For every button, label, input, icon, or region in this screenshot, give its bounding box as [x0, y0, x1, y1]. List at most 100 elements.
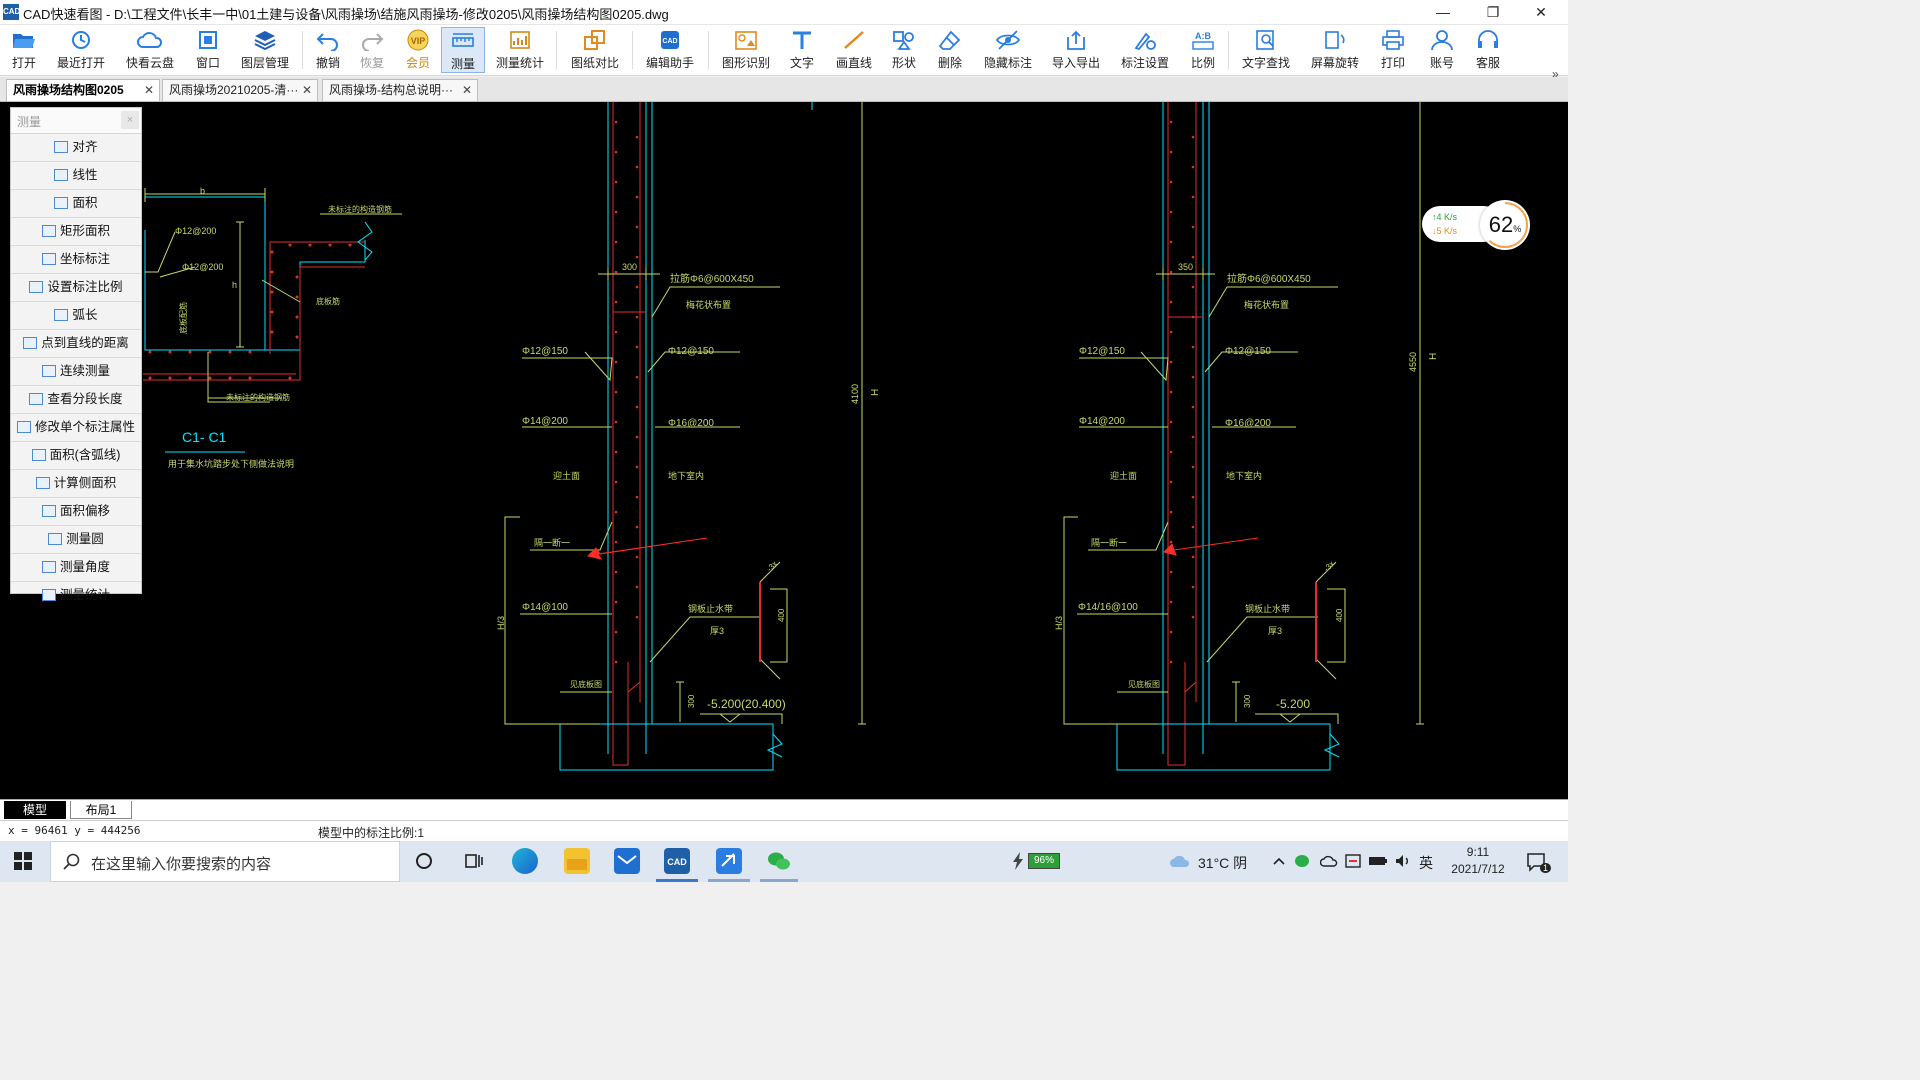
close-button[interactable]: ✕ [1518, 0, 1564, 24]
measure-side-area-item[interactable]: 计算侧面积 [11, 470, 141, 498]
tab-close-icon[interactable]: ✕ [462, 80, 472, 100]
weather-text[interactable]: 31°C 阴 [1198, 853, 1247, 873]
input-method-indicator[interactable]: 英 [1419, 853, 1433, 873]
cloud-button[interactable]: 快看云盘 [120, 27, 180, 73]
status-bar: x = 96461 y = 444256 模型中的标注比例:1 [0, 820, 1568, 841]
restore-button[interactable]: ❐ [1470, 0, 1516, 24]
account-button[interactable]: 账号 [1424, 27, 1460, 73]
area-offset-icon [41, 505, 56, 517]
measure-arc-length-item[interactable]: 弧长 [11, 302, 141, 330]
cad-viewer-taskbar-icon[interactable]: CAD [664, 848, 690, 874]
chevron-up-icon[interactable] [1272, 855, 1286, 867]
measure-align-item[interactable]: 对齐 [11, 134, 141, 162]
drawing-canvas[interactable]: b h 未标注的构造钢筋 Φ12@200 Φ12@200 底板筋 底板配筋 未标… [0, 102, 1568, 799]
tab-drawing-20210205[interactable]: 风雨操场20210205-清··· ✕ [162, 79, 318, 101]
tab-layout-1[interactable]: 布局1 [70, 801, 132, 819]
windows-start-icon[interactable] [14, 852, 32, 870]
minimize-button[interactable]: — [1420, 0, 1466, 24]
volume-icon[interactable] [1394, 853, 1412, 869]
measure-stats-item[interactable]: 测量统计 [11, 582, 141, 609]
taskbar-search-box[interactable]: 在这里输入你要搜索的内容 [50, 841, 400, 882]
measure-edit-annotation-item[interactable]: 修改单个标注属性 [11, 414, 141, 442]
tab-close-icon[interactable]: ✕ [144, 80, 154, 100]
text-search-icon [1256, 30, 1274, 50]
open-button[interactable]: 打开 [4, 27, 44, 73]
hide-annotation-button[interactable]: 隐藏标注 [980, 27, 1036, 73]
measure-set-scale-item[interactable]: 设置标注比例 [11, 274, 141, 302]
measure-area-item[interactable]: 面积 [11, 190, 141, 218]
measure-point-line-item[interactable]: 点到直线的距离 [11, 330, 141, 358]
edge-browser-icon[interactable] [512, 848, 538, 874]
measure-label: 测量 [450, 57, 475, 71]
measure-rect-area-item[interactable]: 矩形面积 [11, 218, 141, 246]
vip-button[interactable]: VIP 会员 [400, 27, 436, 73]
text-search-button[interactable]: 文字查找 [1238, 27, 1294, 73]
measure-stats-button[interactable]: 测量统计 [492, 27, 548, 73]
pinned-app-icon[interactable] [716, 848, 742, 874]
hide-annotation-label: 隐藏标注 [983, 56, 1032, 70]
annotation-settings-button[interactable]: 标注设置 [1116, 27, 1174, 73]
task-view-circle-icon[interactable] [415, 852, 433, 870]
clock-date: 2021/7/12 [1451, 862, 1505, 876]
scale-button[interactable]: A:B 比例 [1186, 27, 1220, 73]
onedrive-icon[interactable] [1320, 853, 1338, 869]
screen-rotate-button[interactable]: 屏幕旋转 [1306, 27, 1364, 73]
import-export-button[interactable]: 导入导出 [1048, 27, 1104, 73]
measure-panel-close-button[interactable]: × [121, 111, 139, 129]
security-app-icon[interactable] [1344, 853, 1362, 869]
print-button[interactable]: 打印 [1376, 27, 1410, 73]
measure-linear-item[interactable]: 线性 [11, 162, 141, 190]
redo-button[interactable]: 恢复 [354, 27, 390, 73]
undo-button[interactable]: 撤销 [310, 27, 346, 73]
measure-circle-item[interactable]: 测量圆 [11, 526, 141, 554]
center-note-label: 底板配筋 [178, 302, 188, 334]
battery-indicator[interactable]: 96% [1028, 853, 1060, 869]
undo-icon [316, 33, 338, 51]
measure-item-label: 测量统计 [59, 588, 110, 602]
delete-label: 删除 [937, 56, 962, 70]
compare-button[interactable]: 图纸对比 [566, 27, 624, 73]
arc-length-icon [54, 309, 69, 321]
screen-rotate-icon [1325, 31, 1345, 49]
system-clock[interactable]: 9:11 2021/7/12 [1450, 844, 1506, 878]
delete-button[interactable]: 删除 [932, 27, 968, 73]
measure-coordinate-item[interactable]: 坐标标注 [11, 246, 141, 274]
recent-icon [72, 31, 90, 49]
text-button[interactable]: 文字 [786, 27, 818, 73]
measure-button[interactable]: 测量 [441, 27, 485, 73]
mail-icon[interactable] [614, 848, 640, 874]
measure-segment-length-item[interactable]: 查看分段长度 [11, 386, 141, 414]
shape-recognition-button[interactable]: 图形识别 [718, 27, 774, 73]
task-view-icon[interactable] [464, 852, 484, 870]
line-button[interactable]: 画直线 [832, 27, 876, 73]
measure-continuous-item[interactable]: 连续测量 [11, 358, 141, 386]
measure-item-label: 面积(含弧线) [49, 448, 121, 462]
line-label: 画直线 [835, 56, 872, 70]
file-explorer-icon[interactable] [564, 848, 590, 874]
area-arc-icon [31, 449, 46, 461]
edit-assistant-button[interactable]: CAD 编辑助手 [642, 27, 698, 73]
measure-area-arc-item[interactable]: 面积(含弧线) [11, 442, 141, 470]
customer-service-button[interactable]: 客服 [1470, 27, 1506, 73]
measure-angle-item[interactable]: 测量角度 [11, 554, 141, 582]
measure-item-label: 点到直线的距离 [41, 336, 129, 350]
measure-item-label: 面积 [72, 196, 98, 210]
layers-button[interactable]: 图层管理 [236, 27, 294, 73]
shape-button[interactable]: 形状 [886, 27, 922, 73]
network-speed-widget[interactable]: ↑4 K/s ↓5 K/s 62% [1422, 200, 1530, 250]
measure-panel-title: 测量 [17, 115, 42, 129]
window-button[interactable]: 窗口 [190, 27, 226, 73]
wechat-icon[interactable] [766, 848, 792, 874]
wechat-tray-icon[interactable] [1294, 853, 1312, 869]
cad-logo-shape: CAD [667, 857, 687, 867]
tab-structure-drawing[interactable]: 风雨操场结构图0205 ✕ [6, 79, 160, 101]
tab-model[interactable]: 模型 [4, 801, 66, 819]
tray-battery-icon[interactable] [1368, 853, 1388, 869]
svg-text:A:B: A:B [1195, 31, 1211, 41]
segment-length-icon [29, 393, 44, 405]
tab-structure-notes[interactable]: 风雨操场-结构总说明··· ✕ [322, 79, 478, 101]
tab-close-icon[interactable]: ✕ [302, 80, 312, 100]
customer-service-label: 客服 [1475, 56, 1500, 70]
measure-area-offset-item[interactable]: 面积偏移 [11, 498, 141, 526]
recent-button[interactable]: 最近打开 [52, 27, 110, 73]
